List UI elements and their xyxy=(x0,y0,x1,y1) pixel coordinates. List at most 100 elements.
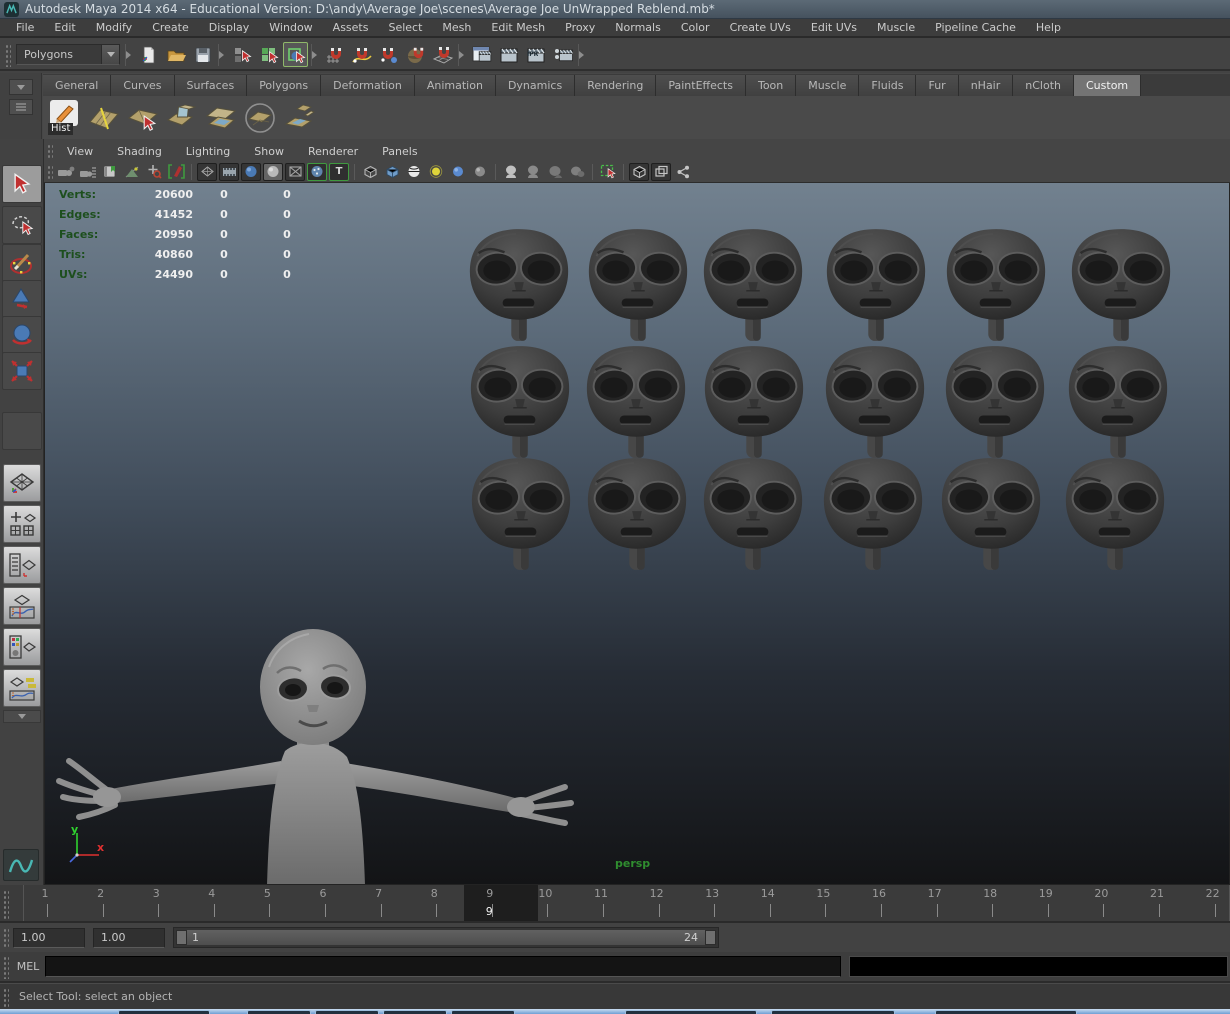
texture-view-icon[interactable]: T xyxy=(329,163,349,181)
shaded-display-icon[interactable] xyxy=(241,163,261,181)
menu-item-normals[interactable]: Normals xyxy=(605,19,671,36)
blendshape-head[interactable] xyxy=(466,227,572,345)
shelf-tab-custom[interactable]: Custom xyxy=(1074,75,1141,96)
image-plane-icon[interactable] xyxy=(122,163,142,181)
panel-menu-shading[interactable]: Shading xyxy=(105,145,174,158)
collapse-separator[interactable] xyxy=(311,42,319,68)
shelf-tab-menu-button[interactable] xyxy=(9,79,33,95)
range-start-handle[interactable] xyxy=(176,930,187,945)
mel-label[interactable]: MEL xyxy=(11,960,45,973)
time-slider-track[interactable]: 123456789910111213141516171819202122 xyxy=(23,885,1230,921)
shelf-tab-surfaces[interactable]: Surfaces xyxy=(175,75,248,96)
select-camera-icon[interactable] xyxy=(56,163,76,181)
separate-shelf-button[interactable] xyxy=(281,99,317,137)
shelf-tab-ncloth[interactable]: nCloth xyxy=(1013,75,1074,96)
save-scene-icon[interactable] xyxy=(190,42,215,67)
chevron-down-icon[interactable] xyxy=(101,45,119,64)
character-body[interactable] xyxy=(45,621,645,885)
blendshape-head[interactable] xyxy=(1065,344,1171,462)
select-hierarchy-icon[interactable] xyxy=(229,42,254,67)
blendshape-head[interactable] xyxy=(938,456,1044,574)
share-node-icon[interactable] xyxy=(673,163,693,181)
time-slider-grip[interactable] xyxy=(2,889,9,919)
menu-item-create[interactable]: Create xyxy=(142,19,199,36)
snap-to-grid-icon[interactable] xyxy=(322,42,347,67)
menu-item-display[interactable]: Display xyxy=(199,19,260,36)
planar-mapping-shelf-button[interactable] xyxy=(203,99,239,137)
layout-more-dropdown[interactable] xyxy=(3,710,41,723)
blendshape-head[interactable] xyxy=(468,456,574,574)
current-frame-indicator[interactable]: 9 xyxy=(464,885,538,921)
panel-menu-panels[interactable]: Panels xyxy=(370,145,429,158)
menu-item-edit[interactable]: Edit xyxy=(44,19,85,36)
textured-display-icon[interactable] xyxy=(307,163,327,181)
shelf-tab-animation[interactable]: Animation xyxy=(415,75,496,96)
anim-start-field[interactable]: 1.00 xyxy=(13,928,85,948)
playback-start-field[interactable]: 1.00 xyxy=(93,928,165,948)
new-scene-icon[interactable] xyxy=(136,42,161,67)
panel-menu-lighting[interactable]: Lighting xyxy=(174,145,242,158)
shelf-tab-curves[interactable]: Curves xyxy=(111,75,174,96)
menu-item-edit-mesh[interactable]: Edit Mesh xyxy=(481,19,555,36)
menu-item-edit-uvs[interactable]: Edit UVs xyxy=(801,19,867,36)
extrude-shelf-button[interactable] xyxy=(164,99,200,137)
time-slider[interactable]: 123456789910111213141516171819202122 xyxy=(0,885,1230,923)
title-bar[interactable]: Autodesk Maya 2014 x64 - Educational Ver… xyxy=(0,0,1230,19)
open-scene-icon[interactable] xyxy=(163,42,188,67)
menu-set-selector[interactable]: Polygons xyxy=(16,44,120,65)
blendshape-head[interactable] xyxy=(1068,227,1174,345)
shelf-tab-deformation[interactable]: Deformation xyxy=(321,75,415,96)
panel-menu-grip[interactable] xyxy=(46,143,53,159)
all-lights-icon[interactable] xyxy=(448,163,468,181)
snap-to-point-icon[interactable] xyxy=(376,42,401,67)
viewport-canvas[interactable]: Verts:2060000Edges:4145200Faces:2095000T… xyxy=(44,183,1230,885)
blendshape-head[interactable] xyxy=(943,227,1049,345)
statusline-grip[interactable] xyxy=(4,43,11,67)
menu-item-modify[interactable]: Modify xyxy=(86,19,142,36)
wireframe-on-shaded-icon[interactable] xyxy=(197,163,217,181)
select-tool-button[interactable] xyxy=(2,165,42,203)
panel-menu-show[interactable]: Show xyxy=(242,145,296,158)
menu-item-file[interactable]: File xyxy=(6,19,44,36)
layout-persp-hypergraph-button[interactable] xyxy=(3,669,41,707)
panel-menu-renderer[interactable]: Renderer xyxy=(296,145,370,158)
layout-persp-graph-button[interactable] xyxy=(3,587,41,625)
default-material-icon[interactable] xyxy=(360,163,380,181)
isolate-select-head-icon[interactable] xyxy=(501,163,521,181)
menu-item-mesh[interactable]: Mesh xyxy=(432,19,481,36)
rotate-tool-button[interactable] xyxy=(2,316,42,354)
blendshape-head[interactable] xyxy=(1062,456,1168,574)
blendshape-head[interactable] xyxy=(823,227,929,345)
panel-menu-view[interactable]: View xyxy=(55,145,105,158)
smooth-shade-icon[interactable] xyxy=(263,163,283,181)
select-faces-shelf-button[interactable] xyxy=(125,99,161,137)
collapse-separator[interactable] xyxy=(218,42,226,68)
panel-toolbar-grip[interactable] xyxy=(46,164,53,180)
no-lights-icon[interactable] xyxy=(470,163,490,181)
scale-tool-button[interactable] xyxy=(2,352,42,390)
move-tool-button[interactable] xyxy=(2,280,42,318)
layout-hypershade-persp-button[interactable] xyxy=(3,628,41,666)
film-gate-icon[interactable] xyxy=(219,163,239,181)
blendshape-head[interactable] xyxy=(822,344,928,462)
layout-four-view-button[interactable] xyxy=(3,505,41,543)
blendshape-head[interactable] xyxy=(701,344,807,462)
blendshape-head[interactable] xyxy=(467,344,573,462)
shelf-tab-general[interactable]: General xyxy=(43,75,111,96)
range-slider[interactable]: 1 24 xyxy=(173,927,719,948)
collapse-separator[interactable] xyxy=(125,42,133,68)
hist-shelf-button[interactable]: Hist xyxy=(47,99,83,137)
blendshape-head[interactable] xyxy=(700,456,806,574)
capture-icon[interactable] xyxy=(651,163,671,181)
camera-attributes-icon[interactable] xyxy=(78,163,98,181)
mel-input[interactable] xyxy=(45,956,841,977)
shelf-options-button[interactable] xyxy=(9,99,33,115)
smooth-shelf-button[interactable] xyxy=(242,99,278,137)
menu-item-create-uvs[interactable]: Create UVs xyxy=(720,19,801,36)
poly-count-icon[interactable] xyxy=(629,163,649,181)
shelf-tab-fur[interactable]: Fur xyxy=(916,75,958,96)
blendshape-head[interactable] xyxy=(584,456,690,574)
range-end-handle[interactable] xyxy=(705,930,716,945)
command-line-grip[interactable] xyxy=(2,955,9,979)
blendshape-head[interactable] xyxy=(700,227,806,345)
